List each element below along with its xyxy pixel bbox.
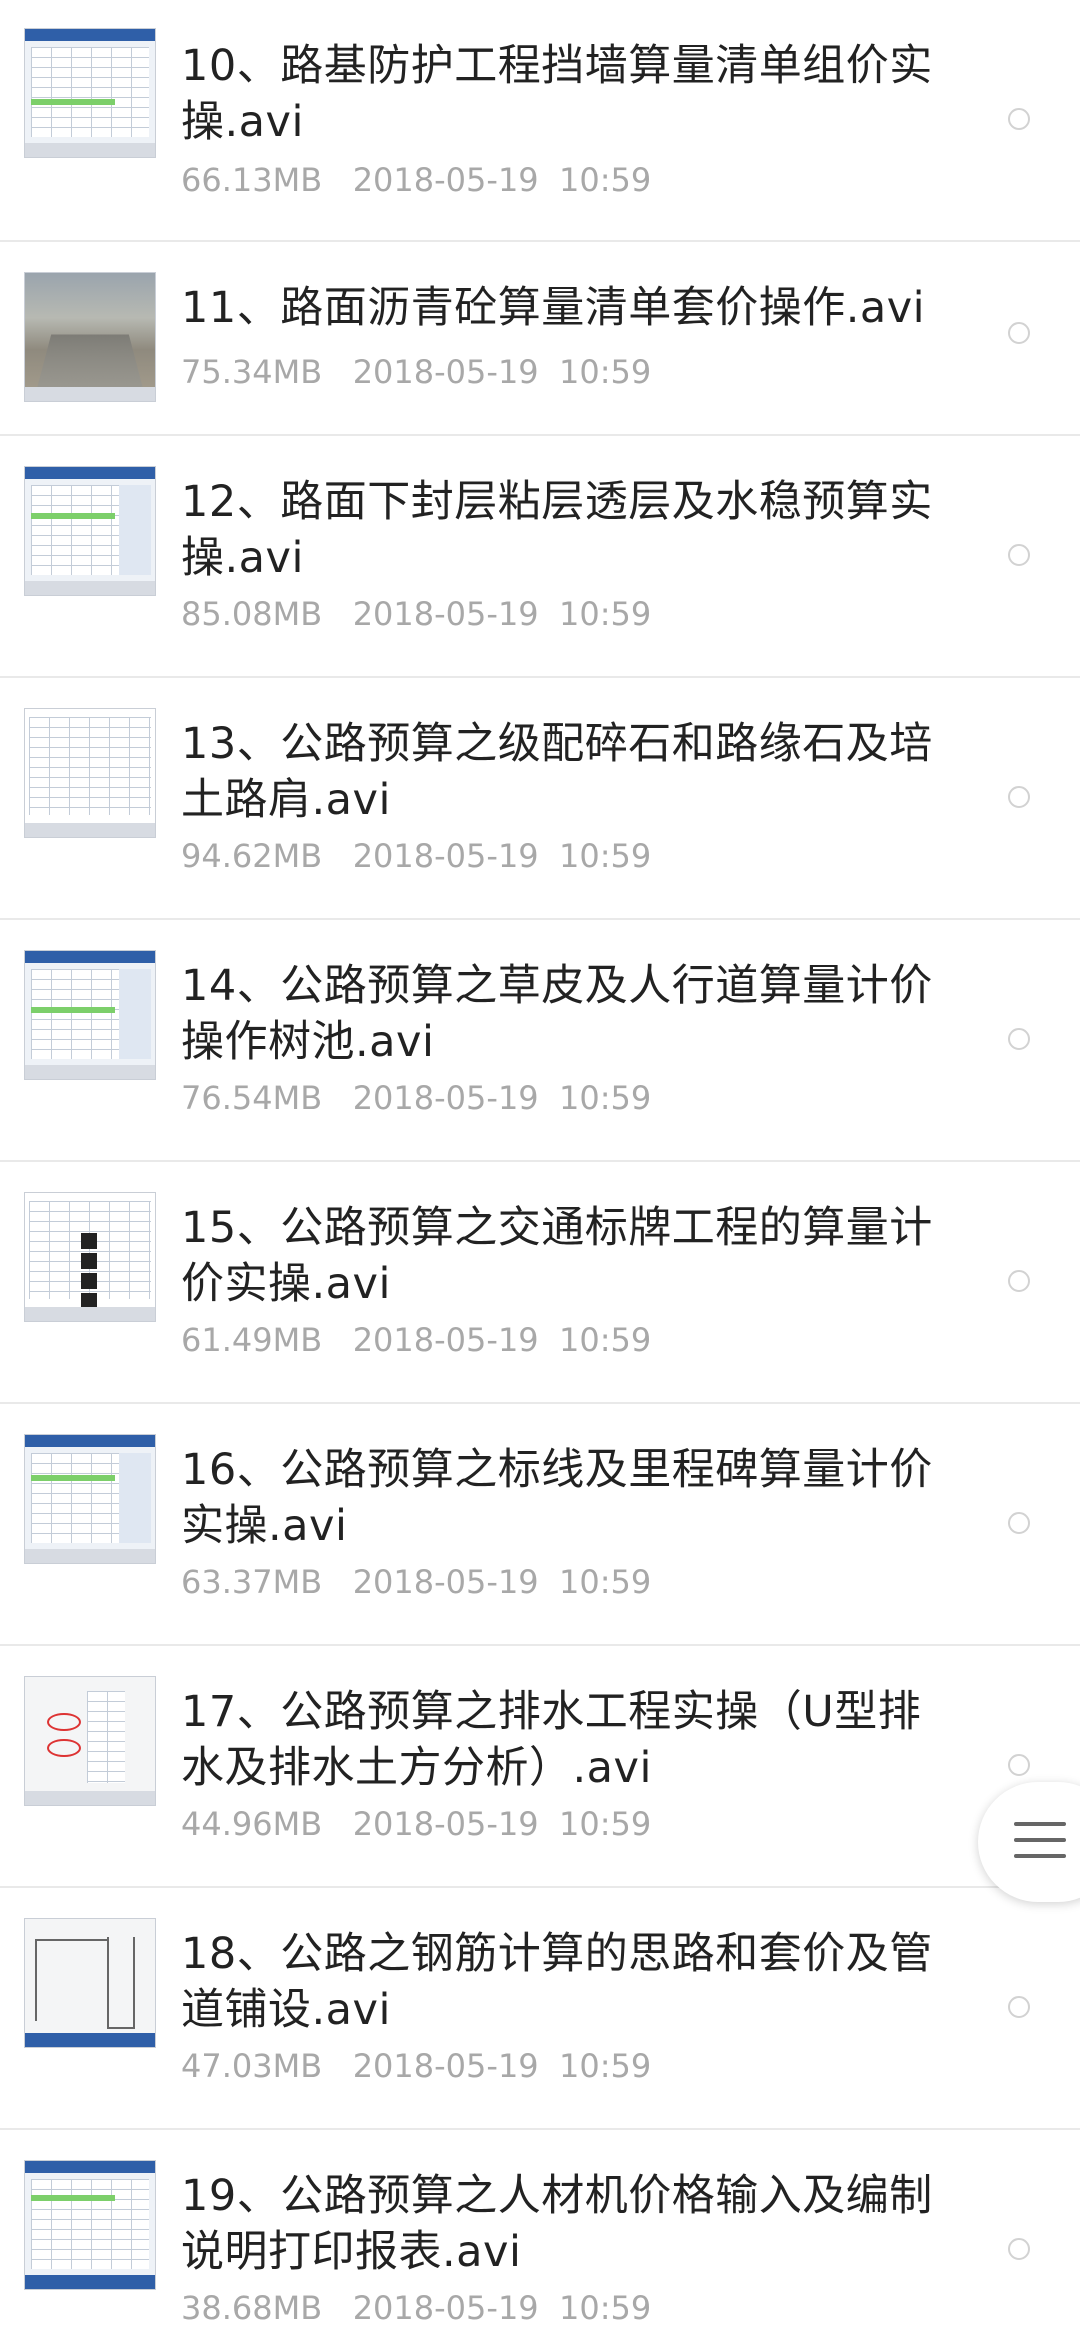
file-date: 2018-05-19 — [352, 2289, 539, 2327]
file-meta: 75.34MB 2018-05-19 10:59 — [181, 352, 651, 392]
file-time: 10:59 — [559, 353, 652, 391]
file-date: 2018-05-19 — [352, 837, 539, 875]
file-size: 76.54MB — [181, 1079, 323, 1117]
select-radio[interactable] — [1008, 2238, 1030, 2260]
file-size: 85.08MB — [181, 595, 323, 633]
video-thumbnail — [24, 2160, 156, 2290]
list-item[interactable]: 17、公路预算之排水工程实操（U型排水及排水土方分析）.avi 44.96MB … — [0, 1646, 1080, 1888]
file-meta: 63.37MB 2018-05-19 10:59 — [181, 1562, 651, 1602]
select-radio[interactable] — [1008, 322, 1030, 344]
file-list: 10、路基防护工程挡墙算量清单组价实操.avi 66.13MB 2018-05-… — [0, 0, 1080, 2334]
list-item[interactable]: 19、公路预算之人材机价格输入及编制说明打印报表.avi 38.68MB 201… — [0, 2130, 1080, 2334]
video-thumbnail — [24, 1192, 156, 1322]
video-thumbnail — [24, 708, 156, 838]
video-thumbnail — [24, 272, 156, 402]
file-size: 61.49MB — [181, 1321, 323, 1359]
file-date: 2018-05-19 — [352, 595, 539, 633]
select-radio[interactable] — [1008, 1270, 1030, 1292]
list-item[interactable]: 18、公路之钢筋计算的思路和套价及管道铺设.avi 47.03MB 2018-0… — [0, 1888, 1080, 2130]
file-meta: 94.62MB 2018-05-19 10:59 — [181, 836, 651, 876]
file-title: 19、公路预算之人材机价格输入及编制说明打印报表.avi — [181, 2171, 933, 2277]
file-title: 18、公路之钢筋计算的思路和套价及管道铺设.avi — [181, 1929, 933, 2035]
list-item[interactable]: 12、路面下封层粘层透层及水稳预算实操.avi 85.08MB 2018-05-… — [0, 436, 1080, 678]
list-item[interactable]: 15、公路预算之交通标牌工程的算量计价实操.avi 61.49MB 2018-0… — [0, 1162, 1080, 1404]
video-thumbnail — [24, 950, 156, 1080]
select-radio[interactable] — [1008, 1996, 1030, 2018]
file-size: 63.37MB — [181, 1563, 323, 1601]
file-title: 15、公路预算之交通标牌工程的算量计价实操.avi — [181, 1203, 933, 1309]
file-meta: 61.49MB 2018-05-19 10:59 — [181, 1320, 651, 1360]
file-time: 10:59 — [559, 2047, 652, 2085]
video-thumbnail — [24, 1918, 156, 2048]
file-time: 10:59 — [559, 2289, 652, 2327]
video-thumbnail — [24, 28, 156, 158]
list-item[interactable]: 13、公路预算之级配碎石和路缘石及培土路肩.avi 94.62MB 2018-0… — [0, 678, 1080, 920]
list-item[interactable]: 16、公路预算之标线及里程碑算量计价实操.avi 63.37MB 2018-05… — [0, 1404, 1080, 1646]
file-title: 16、公路预算之标线及里程碑算量计价实操.avi — [181, 1445, 933, 1551]
file-meta: 66.13MB 2018-05-19 10:59 — [181, 160, 651, 200]
file-date: 2018-05-19 — [352, 1563, 539, 1601]
list-item[interactable]: 10、路基防护工程挡墙算量清单组价实操.avi 66.13MB 2018-05-… — [0, 0, 1080, 242]
file-time: 10:59 — [559, 1563, 652, 1601]
select-radio[interactable] — [1008, 1754, 1030, 1776]
file-title: 13、公路预算之级配碎石和路缘石及培土路肩.avi — [181, 719, 933, 825]
video-thumbnail — [24, 1434, 156, 1564]
file-date: 2018-05-19 — [352, 2047, 539, 2085]
menu-icon — [1014, 1822, 1066, 1870]
select-radio[interactable] — [1008, 786, 1030, 808]
file-size: 75.34MB — [181, 353, 323, 391]
file-meta: 47.03MB 2018-05-19 10:59 — [181, 2046, 651, 2086]
file-size: 44.96MB — [181, 1805, 323, 1843]
select-radio[interactable] — [1008, 1512, 1030, 1534]
file-size: 38.68MB — [181, 2289, 323, 2327]
file-meta: 44.96MB 2018-05-19 10:59 — [181, 1804, 651, 1844]
select-radio[interactable] — [1008, 544, 1030, 566]
file-date: 2018-05-19 — [352, 353, 539, 391]
file-date: 2018-05-19 — [352, 161, 539, 199]
file-time: 10:59 — [559, 1079, 652, 1117]
file-date: 2018-05-19 — [352, 1805, 539, 1843]
file-date: 2018-05-19 — [352, 1321, 539, 1359]
file-title: 10、路基防护工程挡墙算量清单组价实操.avi — [181, 41, 933, 147]
file-time: 10:59 — [559, 837, 652, 875]
file-title: 17、公路预算之排水工程实操（U型排水及排水土方分析）.avi — [181, 1687, 922, 1793]
file-meta: 76.54MB 2018-05-19 10:59 — [181, 1078, 651, 1118]
file-date: 2018-05-19 — [352, 1079, 539, 1117]
list-item[interactable]: 14、公路预算之草皮及人行道算量计价操作树池.avi 76.54MB 2018-… — [0, 920, 1080, 1162]
file-time: 10:59 — [559, 161, 652, 199]
list-item[interactable]: 11、路面沥青砼算量清单套价操作.avi 75.34MB 2018-05-19 … — [0, 242, 1080, 436]
file-time: 10:59 — [559, 1321, 652, 1359]
file-title: 11、路面沥青砼算量清单套价操作.avi — [181, 283, 926, 333]
file-meta: 38.68MB 2018-05-19 10:59 — [181, 2288, 651, 2328]
file-meta: 85.08MB 2018-05-19 10:59 — [181, 594, 651, 634]
select-radio[interactable] — [1008, 1028, 1030, 1050]
file-size: 66.13MB — [181, 161, 323, 199]
file-size: 94.62MB — [181, 837, 323, 875]
file-title: 12、路面下封层粘层透层及水稳预算实操.avi — [181, 477, 933, 583]
video-thumbnail — [24, 466, 156, 596]
file-size: 47.03MB — [181, 2047, 323, 2085]
select-radio[interactable] — [1008, 108, 1030, 130]
file-time: 10:59 — [559, 1805, 652, 1843]
video-thumbnail — [24, 1676, 156, 1806]
file-title: 14、公路预算之草皮及人行道算量计价操作树池.avi — [181, 961, 933, 1067]
file-time: 10:59 — [559, 595, 652, 633]
